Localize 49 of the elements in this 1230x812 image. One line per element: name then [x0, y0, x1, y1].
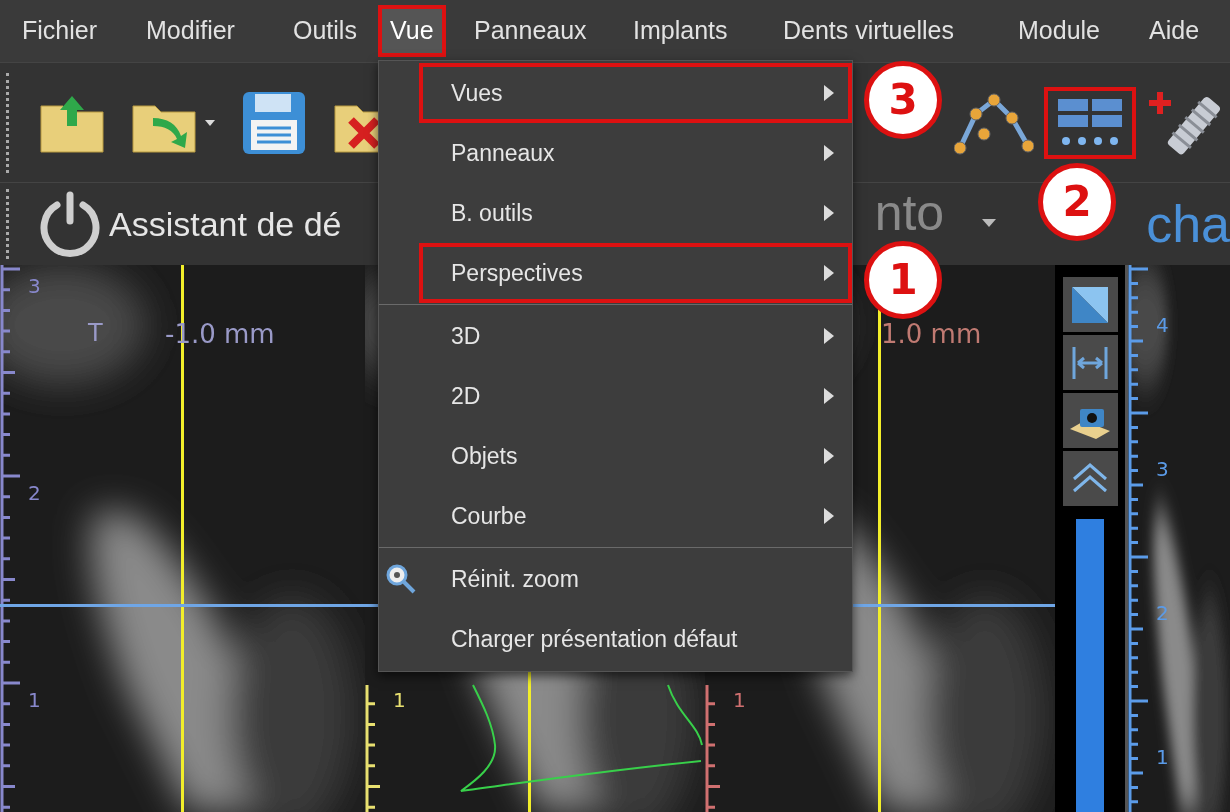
ruler-label: 3 [28, 276, 41, 296]
ruler-label: 4 [1156, 315, 1169, 335]
submenu-arrow-icon [824, 507, 834, 524]
ruler-label: 1 [393, 690, 406, 710]
menu-item[interactable]: B. outils [419, 182, 852, 243]
menu-bar-item[interactable]: Vue [378, 5, 446, 57]
menu-item[interactable]: Vues [419, 62, 852, 123]
ruler-label: 3 [1156, 459, 1169, 479]
menu-bar-item[interactable]: Implants [621, 5, 740, 57]
ruler-label: 1 [28, 690, 41, 710]
menu-bar-item[interactable]: Module [1006, 5, 1112, 57]
menu-item[interactable]: Perspectives [419, 242, 852, 303]
menu-item[interactable]: Courbe [419, 485, 852, 546]
submenu-arrow-icon [824, 447, 834, 464]
submenu-arrow-icon [824, 264, 834, 281]
zoom-reset-icon [385, 562, 417, 595]
menu-bar-item[interactable]: Panneaux [462, 5, 599, 57]
triangle-split-button[interactable] [1062, 277, 1118, 332]
menu-item[interactable]: Panneaux [419, 122, 852, 183]
submenu-arrow-icon [824, 387, 834, 404]
view-label: T [88, 318, 103, 349]
camera-button[interactable] [1062, 393, 1118, 448]
menu-item[interactable]: Réinit. zoom [419, 548, 852, 609]
menu-bar-item[interactable]: Outils [281, 5, 369, 57]
menu-item[interactable]: Charger présentation défaut [419, 608, 852, 669]
step-selector-value[interactable]: nto [874, 188, 945, 238]
toolbar-grip [6, 189, 9, 259]
caret-icon[interactable] [982, 219, 997, 229]
callout-number: 2 [1038, 162, 1116, 241]
menu-item[interactable]: 2D [419, 365, 852, 426]
step-link[interactable]: cha [1146, 185, 1230, 263]
submenu-arrow-icon [824, 144, 834, 161]
wizard-label[interactable]: Assistant de dé [109, 198, 342, 250]
slice-offset: 1.0 mm [881, 318, 982, 351]
submenu-arrow-icon [824, 327, 834, 344]
double-chevron-button[interactable] [1062, 451, 1118, 506]
width-measure-button[interactable] [1062, 335, 1118, 390]
ruler-label: 2 [28, 483, 41, 503]
menu-item[interactable]: Objets [419, 425, 852, 486]
ruler-label: 1 [1156, 747, 1169, 767]
ruler-label: 2 [1156, 603, 1169, 623]
submenu-arrow-icon [824, 204, 834, 221]
menu-bar-item[interactable]: Fichier [10, 5, 109, 57]
ruler-label: 1 [733, 690, 746, 710]
menu-bar-item[interactable]: Aide [1137, 5, 1212, 57]
menu-bar-item[interactable]: Dents virtuelles [771, 5, 966, 57]
menu-item[interactable]: 3D [419, 305, 852, 366]
submenu-arrow-icon [824, 84, 834, 101]
menu-bar-item[interactable]: Modifier [134, 5, 247, 57]
